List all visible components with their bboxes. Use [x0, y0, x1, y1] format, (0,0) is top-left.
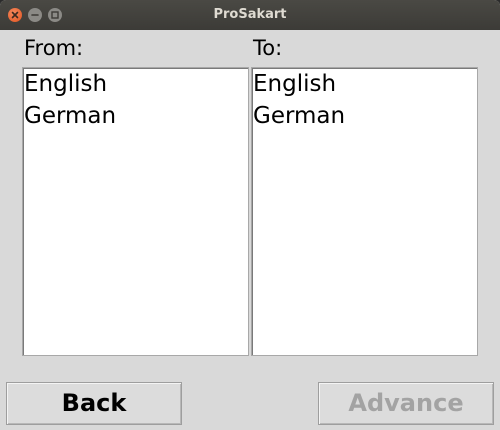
to-list-item-german[interactable]: German	[252, 100, 477, 132]
to-language-list[interactable]: English German	[251, 67, 478, 356]
from-list-item-german[interactable]: German	[23, 100, 248, 132]
to-label: To:	[253, 36, 283, 60]
from-label: From:	[24, 36, 84, 60]
back-button[interactable]: Back	[6, 382, 182, 425]
window-title: ProSakart	[213, 7, 287, 22]
to-list-item-english[interactable]: English	[252, 68, 477, 100]
advance-button[interactable]: Advance	[318, 382, 494, 425]
app-window: ProSakart From: To: English German Engli…	[0, 0, 500, 430]
title-bar[interactable]: ProSakart	[0, 0, 500, 30]
from-list-item-english[interactable]: English	[23, 68, 248, 100]
from-language-list[interactable]: English German	[22, 67, 249, 356]
